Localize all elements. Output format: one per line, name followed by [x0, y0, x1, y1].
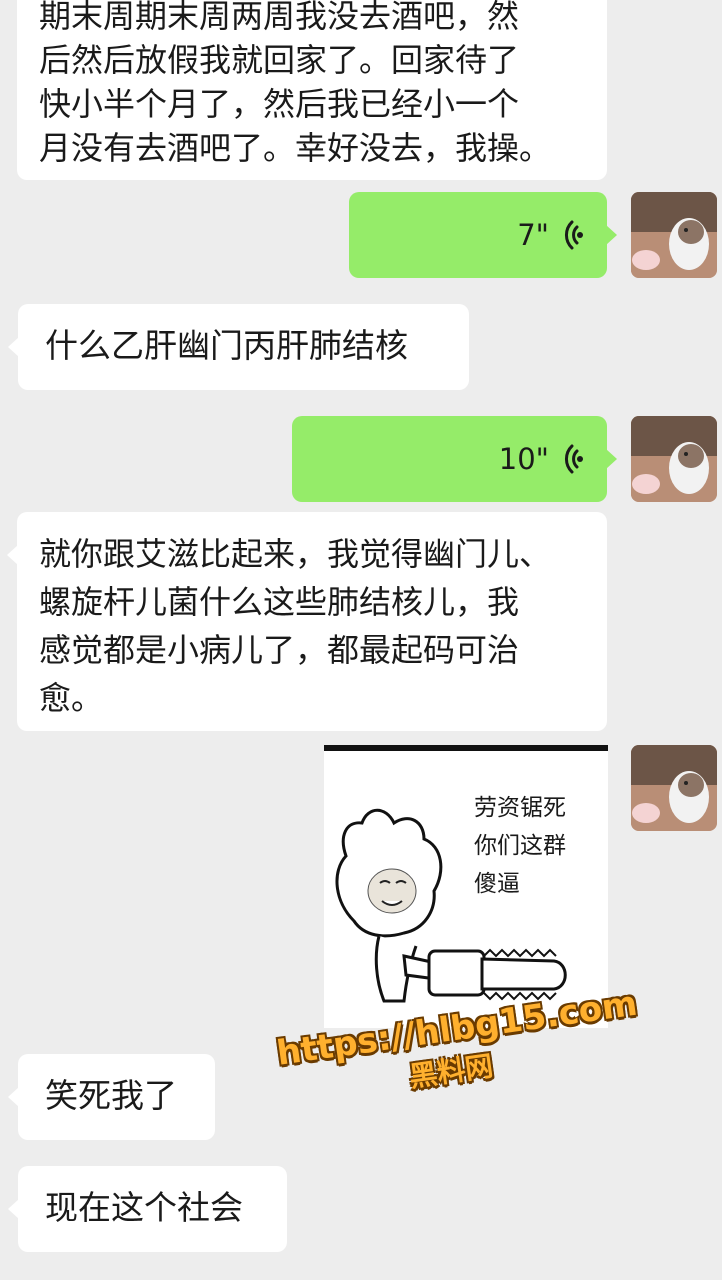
voice-message-bubble[interactable]: 7": [349, 192, 617, 278]
hamster-avatar-icon: [631, 745, 717, 831]
bubble-tail: [606, 225, 617, 245]
hamster-avatar-icon: [631, 192, 717, 278]
voice-message: 7": [517, 192, 585, 278]
voice-wave-icon: [565, 220, 583, 250]
message-bubble-incoming[interactable]: 现在这个社会: [8, 1166, 287, 1252]
message-bubble-incoming[interactable]: 笑死我了: [8, 1054, 215, 1140]
bubble-tail: [8, 1199, 19, 1219]
message-bubble-incoming[interactable]: 就你跟艾滋比起来，我觉得幽门儿、 螺旋杆儿菌什么这些肺结核儿，我 感觉都是小病儿…: [7, 512, 607, 731]
bubble-tail: [8, 1087, 19, 1107]
user-avatar[interactable]: [631, 416, 717, 502]
bubble-tail: [8, 337, 19, 357]
user-avatar[interactable]: [631, 745, 717, 831]
message-bubble-incoming[interactable]: 什么乙肝幽门丙肝肺结核: [8, 304, 469, 390]
sticker-image[interactable]: 劳资锯死 你们这群 傻逼: [324, 745, 608, 1028]
voice-wave-icon: [565, 444, 583, 474]
bubble-tail: [7, 545, 18, 565]
sticker-caption: 劳资锯死 你们这群 傻逼: [474, 795, 566, 897]
bubble-tail: [606, 449, 617, 469]
hamster-avatar-icon: [631, 416, 717, 502]
voice-message-bubble[interactable]: 10": [292, 416, 617, 502]
voice-duration: 7": [517, 218, 549, 252]
message-text: 笑死我了: [45, 1076, 177, 1115]
message-text: 现在这个社会: [45, 1188, 243, 1227]
user-avatar[interactable]: [631, 192, 717, 278]
voice-message: 10": [499, 416, 585, 502]
message-text: 什么乙肝幽门丙肝肺结核: [45, 326, 408, 365]
message-bubble-incoming[interactable]: 期末周期末周两周我没去酒吧，然 后然后放假我就回家了。回家待了 快小半个月了，然…: [17, 0, 607, 180]
voice-duration: 10": [498, 442, 549, 476]
message-text: 期末周期末周两周我没去酒吧，然 后然后放假我就回家了。回家待了 快小半个月了，然…: [39, 0, 552, 167]
message-text: 就你跟艾滋比起来，我觉得幽门儿、 螺旋杆儿菌什么这些肺结核儿，我 感觉都是小病儿…: [39, 535, 552, 717]
